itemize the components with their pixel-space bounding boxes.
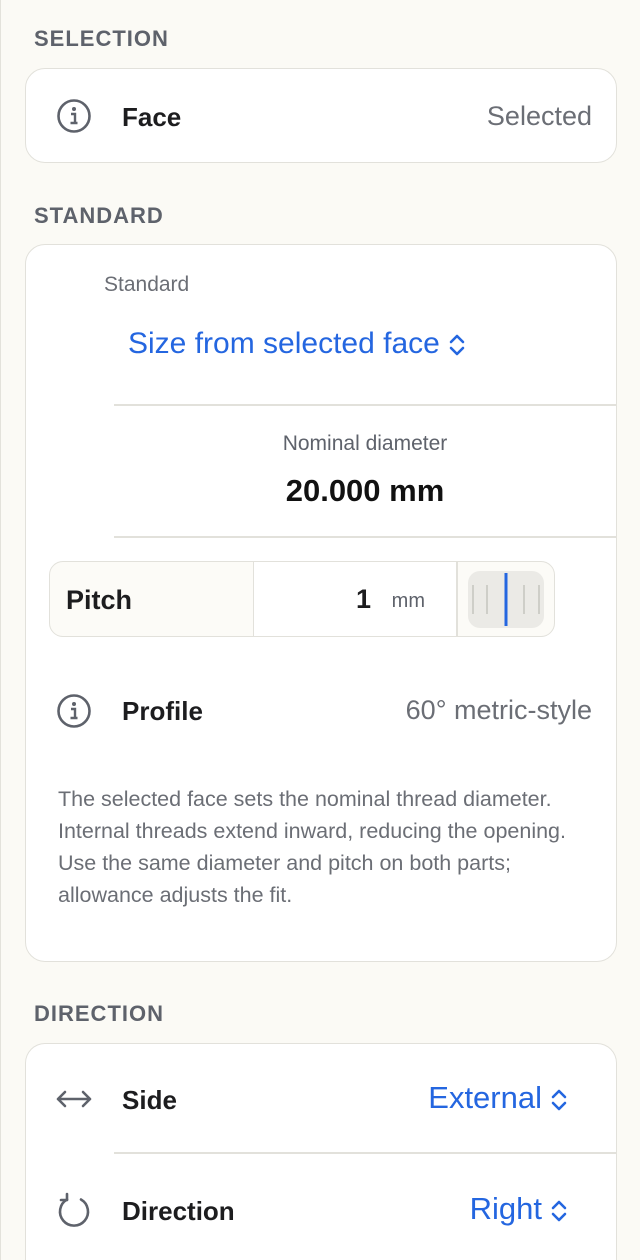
standard-select[interactable]: Size from selected face: [128, 327, 466, 361]
info-icon[interactable]: [55, 97, 93, 135]
pitch-unit: mm: [391, 590, 425, 612]
profile-label: Profile: [122, 696, 203, 726]
info-icon[interactable]: [55, 692, 93, 730]
pitch-input[interactable]: 1 mm: [254, 562, 457, 636]
divider: [114, 536, 616, 538]
chevron-up-down-icon: [449, 334, 465, 356]
direction-label: Direction: [122, 1196, 235, 1226]
description-text: The selected face sets the nominal threa…: [58, 787, 566, 907]
rotate-icon: [55, 1191, 93, 1229]
pitch-label: Pitch: [66, 585, 133, 615]
pitch-value: 1: [355, 584, 371, 614]
standard-select-value: Size from selected face: [128, 327, 440, 360]
chevron-up-down-icon: [551, 1089, 567, 1111]
side-select[interactable]: External: [428, 1080, 568, 1116]
pitch-field: Pitch 1 mm: [49, 561, 555, 637]
profile-value: 60° metric-style: [405, 695, 592, 725]
section-title-direction: DIRECTION: [34, 1001, 164, 1026]
direction-select-value: Right: [469, 1191, 542, 1226]
nominal-diameter-value: 20.000 mm: [285, 473, 445, 508]
face-label: Face: [122, 102, 182, 132]
standard-label: Standard: [104, 273, 190, 296]
nominal-diameter-label: Nominal diameter: [282, 432, 448, 455]
section-title-selection: SELECTION: [34, 26, 169, 51]
scrub-ticks-icon: [472, 573, 540, 626]
thread-settings-panel: SELECTION Face Selected STANDARD Standar…: [0, 0, 640, 1260]
section-title-standard: STANDARD: [34, 203, 164, 228]
divider: [456, 562, 458, 636]
chevron-up-down-icon: [551, 1200, 567, 1222]
direction-card: Side External Direction Right: [25, 1043, 617, 1260]
divider: [114, 404, 616, 406]
pitch-scrub-slider[interactable]: [468, 571, 544, 628]
standard-card: Standard Size from selected face Nominal…: [25, 244, 617, 962]
left-right-arrow-icon: [55, 1080, 93, 1118]
side-label: Side: [122, 1085, 177, 1115]
face-value: Selected: [486, 101, 592, 131]
selection-card: Face Selected: [25, 68, 617, 163]
divider: [114, 1152, 616, 1154]
direction-select[interactable]: Right: [470, 1191, 568, 1227]
side-select-value: External: [428, 1080, 542, 1115]
